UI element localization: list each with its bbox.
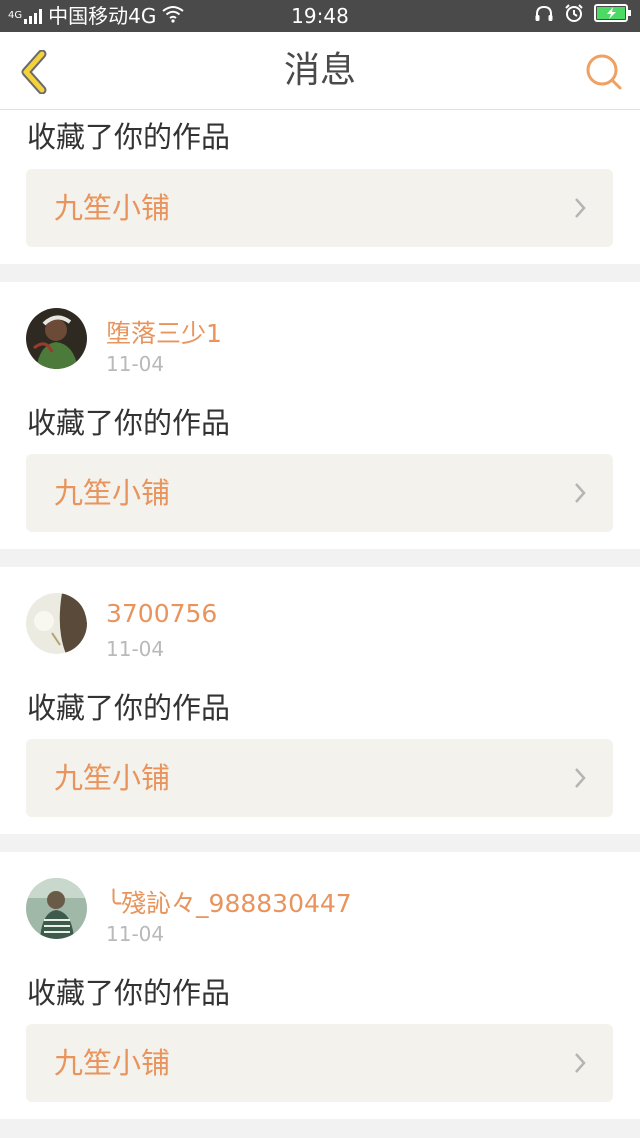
avatar[interactable] [26,878,87,939]
alarm-icon [564,0,584,32]
work-title: 九笙小铺 [54,761,171,795]
message-card: 3700756 11-04 收藏了你的作品 九笙小铺 [0,567,640,834]
chevron-right-icon [573,767,587,789]
page-title: 消息 [283,50,356,91]
message-action-text: 收藏了你的作品 [27,406,231,440]
work-link[interactable]: 九笙小铺 [26,454,613,532]
chevron-right-icon [573,197,587,219]
message-action-text: 收藏了你的作品 [27,691,231,725]
work-link[interactable]: 九笙小铺 [26,169,613,247]
message-date: 11-04 [106,922,165,946]
battery-charging-icon [594,0,632,32]
message-action-text: 收藏了你的作品 [27,120,231,154]
chevron-right-icon [573,482,587,504]
search-icon [584,54,624,96]
work-title: 九笙小铺 [54,476,171,510]
message-card: 收藏了你的作品 九笙小铺 [0,110,640,264]
status-bar: 4G 中国移动4G 19:48 [0,0,640,32]
message-card: ╰殘訫々_988830447 11-04 收藏了你的作品 九笙小铺 [0,852,640,1119]
username[interactable]: ╰殘訫々_988830447 [106,884,352,920]
avatar[interactable] [26,308,87,369]
message-date: 11-04 [106,637,165,661]
work-title: 九笙小铺 [54,1046,171,1080]
avatar[interactable] [26,593,87,654]
message-action-text: 收藏了你的作品 [27,976,231,1010]
chevron-right-icon [573,1052,587,1074]
username[interactable]: 3700756 [106,599,217,628]
message-card: 堕落三少1 11-04 收藏了你的作品 九笙小铺 [0,282,640,549]
app-header: 消息 [0,32,640,110]
work-link[interactable]: 九笙小铺 [26,1024,613,1102]
search-button[interactable] [584,52,624,92]
username[interactable]: 堕落三少1 [106,314,222,350]
work-link[interactable]: 九笙小铺 [26,739,613,817]
message-date: 11-04 [106,352,165,376]
status-right [524,0,632,32]
work-title: 九笙小铺 [54,191,171,225]
headset-icon [534,0,554,32]
